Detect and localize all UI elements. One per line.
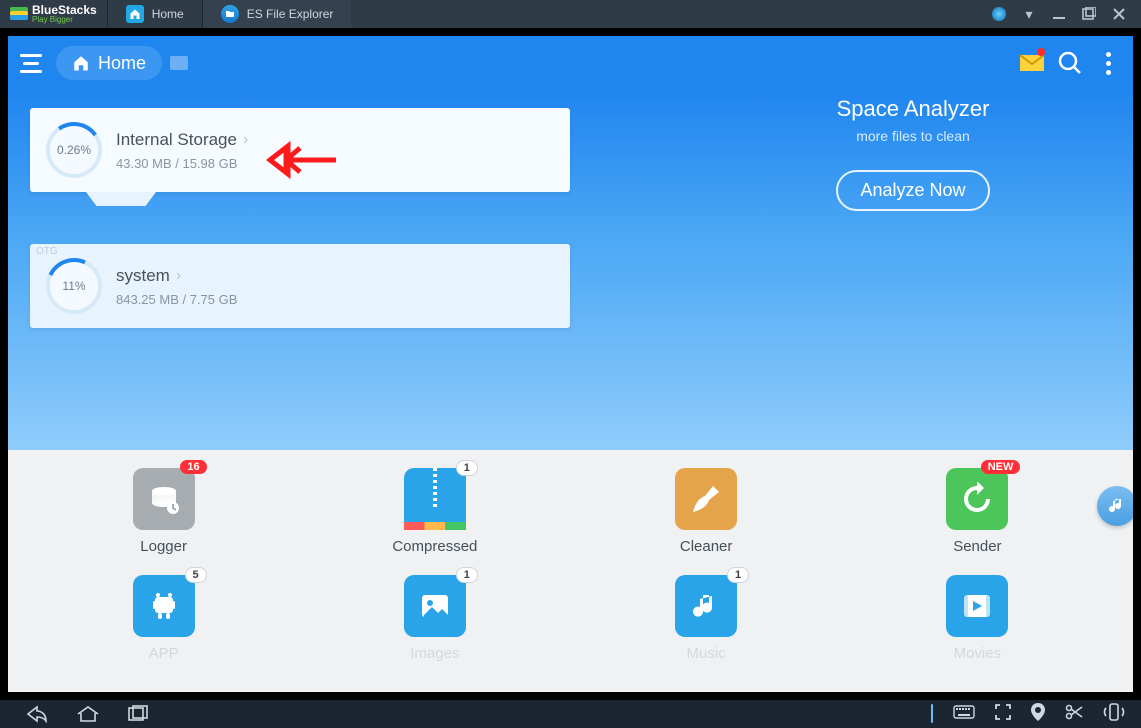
keyboard-toggle[interactable]	[953, 705, 975, 724]
recents-button[interactable]	[128, 705, 150, 723]
fullscreen-button[interactable]	[995, 704, 1011, 725]
home-button[interactable]	[76, 705, 100, 723]
tool-compressed[interactable]: 1 Compressed	[392, 468, 477, 555]
breadcrumb-home-label: Home	[98, 53, 146, 74]
search-button[interactable]	[1055, 48, 1085, 78]
tool-movies[interactable]: Movies	[946, 575, 1008, 662]
system-storage-donut: 11%	[46, 258, 102, 314]
tool-logger[interactable]: 16 Logger	[133, 468, 195, 555]
chevron-right-icon: ›	[243, 131, 248, 149]
bluestacks-logo-icon	[10, 7, 28, 21]
images-badge: 1	[456, 567, 478, 583]
gem-icon[interactable]	[991, 6, 1007, 22]
back-button[interactable]	[26, 705, 48, 723]
internal-storage-usage: 43.30 MB / 15.98 GB	[116, 156, 248, 171]
music-icon: 1	[675, 575, 737, 637]
compressed-badge: 1	[456, 460, 478, 476]
breadcrumb-home[interactable]: Home	[56, 46, 162, 80]
bluestacks-tabs: Home ES File Explorer	[107, 0, 352, 28]
menu-button[interactable]	[14, 46, 48, 80]
space-analyzer: Space Analyzer more files to clean Analy…	[753, 96, 1073, 211]
more-button[interactable]	[1093, 48, 1123, 78]
home-icon	[72, 54, 90, 72]
tool-label: APP	[149, 645, 179, 662]
tool-area: 16 Logger 1 Compressed Cleaner	[8, 450, 1133, 692]
tool-sender[interactable]: NEW Sender	[946, 468, 1008, 555]
music-float-icon	[1107, 496, 1127, 516]
compressed-icon: 1	[404, 468, 466, 530]
tool-images[interactable]: 1 Images	[404, 575, 466, 662]
tab-es-file-explorer[interactable]: ES File Explorer	[202, 0, 352, 28]
movies-icon	[946, 575, 1008, 637]
system-storage-card[interactable]: OTG 11% system › 843.25 MB / 7.75 GB	[30, 244, 570, 328]
notification-dot	[1037, 48, 1045, 56]
card-tab-decor	[86, 192, 156, 206]
shake-button[interactable]	[1103, 703, 1125, 726]
tool-cleaner[interactable]: Cleaner	[675, 468, 737, 555]
tool-label: Movies	[954, 645, 1002, 662]
es-header: Home	[8, 36, 1133, 90]
tool-label: Cleaner	[680, 538, 733, 555]
window-ghost-icon[interactable]	[170, 56, 188, 70]
bluestacks-tray	[931, 703, 1135, 726]
minimize-button[interactable]	[1051, 6, 1067, 22]
logger-badge: 16	[180, 460, 206, 474]
tab-home[interactable]: Home	[107, 0, 202, 28]
bluestacks-tagline: Play Bigger	[32, 16, 97, 24]
internal-storage-title: Internal Storage	[116, 130, 237, 150]
scissors-button[interactable]	[1065, 704, 1083, 725]
location-button[interactable]	[1031, 703, 1045, 726]
tool-label: Sender	[953, 538, 1001, 555]
tab-home-label: Home	[152, 7, 184, 21]
app-badge: 5	[185, 567, 207, 583]
tool-label: Compressed	[392, 538, 477, 555]
images-icon: 1	[404, 575, 466, 637]
tool-music[interactable]: 1 Music	[675, 575, 737, 662]
app-frame: Home 0.26%	[0, 28, 1141, 700]
tool-label: Images	[410, 645, 459, 662]
tab-es-label: ES File Explorer	[247, 7, 334, 21]
logger-icon: 16	[133, 468, 195, 530]
otg-tag: OTG	[36, 246, 58, 257]
mail-button[interactable]	[1017, 48, 1047, 78]
close-button[interactable]	[1111, 6, 1127, 22]
cleaner-icon	[675, 468, 737, 530]
android-nav-bar	[0, 700, 1141, 728]
bluestacks-logo: BlueStacks Play Bigger	[0, 4, 107, 24]
music-badge: 1	[727, 567, 749, 583]
tool-grid: 16 Logger 1 Compressed Cleaner	[28, 468, 1113, 662]
bluestacks-titlebar: BlueStacks Play Bigger Home ES File Expl…	[0, 0, 1141, 28]
keyboard-toggle-active[interactable]	[931, 705, 933, 723]
tool-app[interactable]: 5 APP	[133, 575, 195, 662]
sender-icon: NEW	[946, 468, 1008, 530]
chevron-right-icon: ›	[176, 267, 181, 285]
sender-badge: NEW	[981, 460, 1021, 474]
home-app-icon	[126, 5, 144, 23]
system-storage-usage: 843.25 MB / 7.75 GB	[116, 292, 237, 307]
app-icon: 5	[133, 575, 195, 637]
storage-overview: 0.26% Internal Storage › 43.30 MB / 15.9…	[8, 90, 1133, 450]
es-file-explorer-app: Home 0.26%	[8, 36, 1133, 692]
maximize-button[interactable]	[1081, 6, 1097, 22]
music-float-button[interactable]	[1097, 486, 1133, 526]
system-storage-title: system	[116, 266, 170, 286]
es-app-icon	[221, 5, 239, 23]
tool-label: Logger	[140, 538, 187, 555]
window-controls: ▾	[977, 6, 1141, 22]
analyzer-title: Space Analyzer	[753, 96, 1073, 122]
analyzer-subtitle: more files to clean	[753, 128, 1073, 144]
tool-label: Music	[687, 645, 726, 662]
search-icon	[1057, 50, 1083, 76]
annotation-arrow	[266, 140, 338, 185]
analyze-now-button[interactable]: Analyze Now	[836, 170, 989, 211]
dropdown-icon[interactable]: ▾	[1021, 6, 1037, 22]
internal-storage-donut: 0.26%	[46, 122, 102, 178]
